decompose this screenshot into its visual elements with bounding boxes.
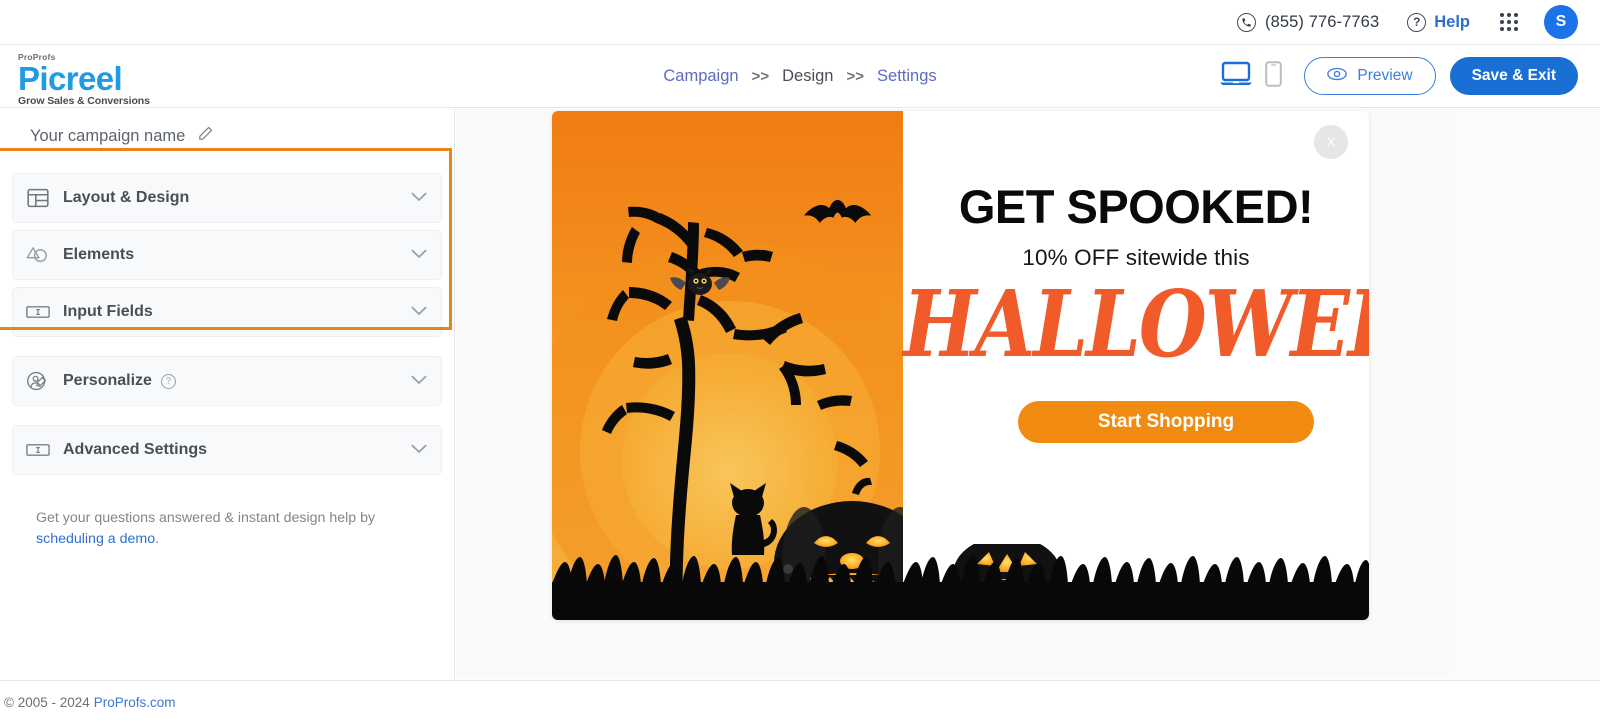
header-actions: Preview Save & Exit — [1219, 44, 1578, 108]
chevron-down-icon[interactable] — [411, 372, 427, 390]
breadcrumb-item-campaign[interactable]: Campaign — [663, 67, 738, 86]
picreel-design-editor: (855) 776-7763 ? Help S ProProfs Picreel… — [0, 0, 1600, 724]
shapes-icon — [25, 242, 51, 268]
save-and-exit-button[interactable]: Save & Exit — [1449, 57, 1578, 95]
apps-grid-icon[interactable] — [1500, 13, 1518, 31]
sidebar-item-elements[interactable]: Elements — [12, 230, 442, 280]
canvas-right-gutter — [1450, 109, 1600, 679]
sidebar-item-label: Personalize — [63, 372, 152, 389]
demo-help-text: Get your questions answered & instant de… — [0, 482, 390, 550]
pencil-icon[interactable] — [197, 125, 214, 147]
panel-spacer — [12, 413, 442, 425]
chevron-down-icon[interactable] — [411, 246, 427, 264]
sidebar-item-label: Elements — [63, 246, 135, 263]
halloween-illustration — [552, 111, 903, 620]
support-phone[interactable]: (855) 776-7763 — [1237, 12, 1380, 32]
close-label: X — [1326, 134, 1336, 150]
demo-help-sentence: Get your questions answered & instant de… — [36, 510, 376, 526]
input-field-icon — [25, 299, 51, 325]
highlighted-panel-group: Layout & Design Elements Input Fields — [12, 161, 442, 337]
preview-label: Preview — [1357, 67, 1413, 84]
sidebar-item-label: Layout & Design — [63, 189, 190, 206]
chevron-down-icon[interactable] — [411, 441, 427, 459]
breadcrumb-item-design[interactable]: Design — [782, 67, 833, 86]
avatar[interactable]: S — [1544, 5, 1578, 39]
phone-icon — [1237, 12, 1256, 32]
chevron-down-icon[interactable] — [411, 303, 427, 321]
save-label: Save & Exit — [1471, 67, 1556, 84]
preview-button[interactable]: Preview — [1304, 57, 1436, 95]
question-circle-icon: ? — [1407, 12, 1427, 32]
avatar-initial: S — [1555, 13, 1567, 30]
help-info-icon[interactable]: ? — [160, 373, 176, 389]
sidebar-item-input-fields[interactable]: Input Fields — [12, 287, 442, 337]
popup-subline: 10% OFF sitewide this — [1022, 245, 1250, 270]
mobile-icon[interactable] — [1265, 60, 1283, 92]
panel-spacer — [12, 344, 442, 356]
layout-grid-icon — [25, 185, 51, 211]
sidebar-item-personalize[interactable]: Personalize ? — [12, 356, 442, 406]
help-label: Help — [1434, 12, 1470, 31]
popup-content: X GET SPOOKED! 10% OFF sitewide this HAL… — [903, 111, 1369, 620]
footer-link[interactable]: ProProfs.com — [94, 695, 176, 710]
popup-headline: GET SPOOKED! — [958, 180, 1314, 233]
sidebar-item-label: Input Fields — [63, 303, 153, 320]
sidebar-item-layout-design[interactable]: Layout & Design — [12, 173, 442, 223]
desktop-icon[interactable] — [1219, 61, 1253, 92]
utility-bar: (855) 776-7763 ? Help S — [0, 0, 1600, 44]
brand-logo[interactable]: ProProfs Picreel Grow Sales & Conversion… — [18, 52, 218, 108]
person-edit-icon — [25, 368, 51, 394]
footer: © 2005 - 2024 ProProfs.com — [0, 680, 1600, 724]
cta-label: Start Shopping — [1097, 411, 1235, 432]
sidebar-item-advanced-settings[interactable]: Advanced Settings — [12, 425, 442, 475]
demo-help-period: . — [155, 531, 160, 547]
brand-name: Picreel — [18, 60, 123, 97]
schedule-demo-link[interactable]: scheduling a demo — [36, 531, 155, 547]
sidebar: Your campaign name Layout & Design Eleme… — [0, 109, 455, 679]
start-shopping-button[interactable]: Start Shopping — [1018, 401, 1314, 443]
sidebar-item-label: Advanced Settings — [63, 441, 208, 458]
campaign-name-field[interactable]: Your campaign name — [0, 109, 454, 161]
breadcrumb-item-settings[interactable]: Settings — [877, 67, 937, 86]
eye-icon — [1327, 67, 1348, 86]
close-icon[interactable]: X — [1314, 125, 1348, 159]
phone-number: (855) 776-7763 — [1265, 12, 1380, 31]
campaign-name-label: Your campaign name — [30, 126, 186, 145]
popup-script-word: HALLOWEEN — [903, 270, 1369, 379]
sidebar-panels: Layout & Design Elements Input Fields Pe… — [0, 161, 454, 475]
chevron-down-icon[interactable] — [411, 189, 427, 207]
help-button[interactable]: ? Help — [1407, 12, 1470, 32]
input-field-icon — [25, 437, 51, 463]
footer-copyright: © 2005 - 2024 — [4, 695, 90, 710]
campaign-popup-preview[interactable]: X GET SPOOKED! 10% OFF sitewide this HAL… — [552, 111, 1369, 620]
brand-tagline: Grow Sales & Conversions — [18, 95, 150, 107]
grass-strip — [903, 516, 1369, 620]
